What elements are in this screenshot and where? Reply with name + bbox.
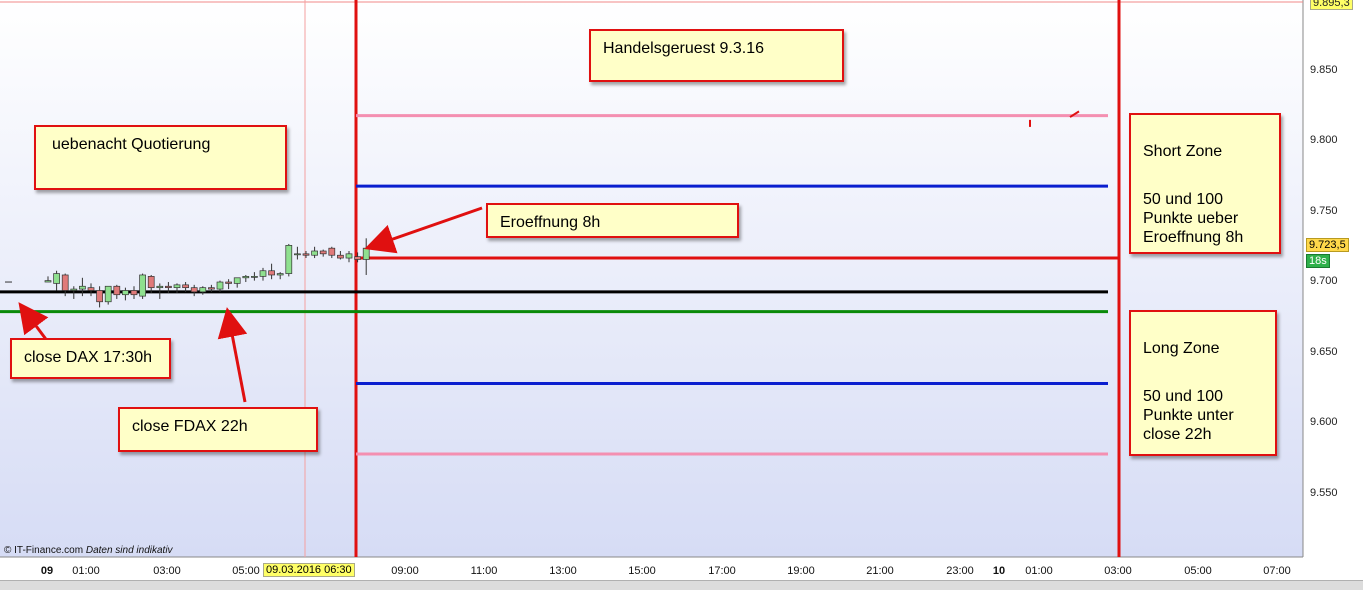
candle-body: [190, 287, 198, 293]
x-tick-label: 01:00: [1025, 565, 1053, 577]
note-short-zone[interactable]: Short Zone 50 und 100 Punkte ueber Eroef…: [1129, 113, 1281, 254]
candle-body: [302, 253, 310, 256]
candle-body: [165, 285, 172, 289]
candle-body: [276, 273, 284, 276]
footer-credit: © IT-Finance.com Daten sind indikativ: [4, 545, 173, 556]
candle-body: [268, 270, 275, 276]
note-long-zone[interactable]: Long Zone 50 und 100 Punkte unter close …: [1129, 310, 1277, 456]
candle-body: [242, 276, 250, 279]
note-close-fdax[interactable]: close FDAX 22h: [118, 407, 318, 452]
date-marker-label: 09.03.2016 06:30: [263, 563, 355, 577]
x-tick-label: 07:00: [1263, 565, 1291, 577]
candle-body: [208, 287, 215, 290]
candle-body: [345, 253, 353, 259]
x-tick-label: 01:00: [72, 565, 100, 577]
y-tick-label: 9.800: [1310, 134, 1338, 146]
y-tick-label: 9.550: [1310, 486, 1338, 499]
candle-body: [147, 276, 155, 289]
candle-body: [87, 287, 95, 291]
candle-body: [319, 250, 327, 255]
candle-body: [44, 280, 52, 283]
candle-body: [354, 256, 361, 260]
disclaimer-text: Daten sind indikativ: [85, 545, 173, 556]
note-close-dax[interactable]: close DAX 17:30h: [10, 338, 171, 379]
y-tick-label: 9.850: [1310, 63, 1338, 76]
x-tick-label: 10: [992, 565, 1006, 577]
y-tick-label: 9.600: [1310, 416, 1338, 429]
x-tick-label: 19:00: [787, 565, 815, 577]
x-tick-label: 03:00: [1104, 565, 1132, 577]
note-opening-text: Eroeffnung 8h: [500, 214, 601, 231]
x-tick-label: 21:00: [866, 565, 894, 577]
candle-body: [294, 253, 301, 256]
credit-text: © IT-Finance.com: [4, 545, 84, 556]
candle-body: [225, 281, 232, 284]
y-tick-label: 9.700: [1310, 275, 1338, 288]
candle-body: [285, 245, 293, 274]
x-tick-label: 23:00: [946, 565, 974, 577]
note-opening[interactable]: Eroeffnung 8h: [486, 203, 739, 238]
x-tick-label: 17:00: [708, 565, 736, 577]
x-axis-panel: [0, 557, 1363, 580]
candle-body: [259, 270, 267, 277]
candle-body: [53, 273, 60, 284]
short-zone-title: Short Zone: [1143, 143, 1223, 160]
candle-body: [130, 290, 138, 296]
note-overnight[interactable]: uebenacht Quotierung: [34, 125, 287, 190]
note-overnight-text: uebenacht Quotierung: [52, 136, 211, 153]
x-tick-label: 09: [40, 565, 54, 577]
candle-body: [70, 288, 78, 291]
long-zone-text: 50 und 100 Punkte unter close 22h: [1143, 388, 1234, 443]
candle-body: [328, 247, 336, 256]
price-chart[interactable]: [0, 0, 1363, 589]
candle-body: [216, 281, 224, 290]
note-title-text: Handelsgeruest 9.3.16: [603, 40, 764, 57]
current-price-tag: 9.723,5: [1306, 238, 1349, 252]
candle-body: [182, 284, 189, 289]
candle-body: [104, 285, 112, 303]
y-top-label: 9.895,3: [1310, 0, 1353, 10]
candle-body: [96, 290, 103, 303]
candle-body: [199, 287, 207, 293]
note-title[interactable]: Handelsgeruest 9.3.16: [589, 29, 844, 82]
x-tick-label: 09:00: [391, 565, 419, 577]
candle-body: [311, 250, 318, 256]
x-tick-label: 13:00: [549, 565, 577, 577]
x-tick-label: 11:00: [470, 565, 498, 577]
long-zone-title: Long Zone: [1143, 340, 1220, 357]
candle-body: [113, 285, 121, 296]
candle-body: [156, 285, 164, 289]
candle-body: [251, 276, 258, 278]
candle-body: [61, 274, 69, 291]
note-close-fdax-text: close FDAX 22h: [132, 418, 248, 435]
candle-body: [79, 285, 86, 290]
candle-body: [139, 274, 146, 297]
note-close-dax-text: close DAX 17:30h: [24, 349, 153, 366]
timer-badge: 18s: [1306, 254, 1330, 268]
candle-body: [173, 284, 181, 289]
chart-window[interactable]: 9.895,3 9.850 9.800 9.750 9.700 9.650 9.600 9.…: [0, 0, 1363, 590]
x-tick-label: 15:00: [628, 565, 656, 577]
x-tick-label: 03:00: [153, 565, 181, 577]
y-tick-label: 9.650: [1310, 345, 1338, 358]
candle-body: [362, 247, 370, 260]
candle-body: [233, 277, 241, 284]
plot-background: [0, 0, 1303, 557]
x-tick-label: 05:00: [1184, 565, 1212, 577]
candle-body: [337, 254, 344, 259]
y-tick-label: 9.750: [1310, 204, 1338, 217]
x-tick-label: 05:00: [232, 565, 260, 577]
candle-body: [122, 290, 129, 296]
short-zone-text: 50 und 100 Punkte ueber Eroeffnung 8h: [1143, 191, 1244, 246]
